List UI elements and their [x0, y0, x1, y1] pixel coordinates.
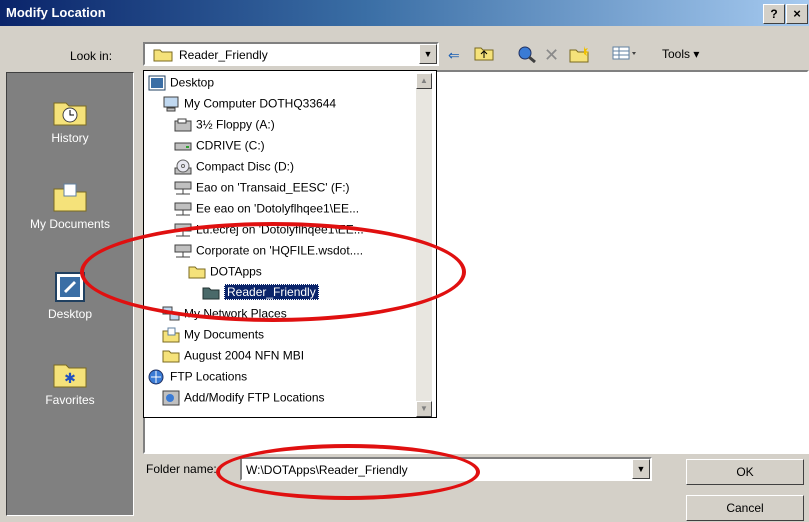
place-label: Favorites: [45, 393, 95, 407]
annotation-ellipse: [80, 222, 466, 322]
folder-name-label: Folder name:: [146, 462, 217, 476]
ftp-add-icon: [162, 390, 180, 406]
search-web-icon[interactable]: [517, 45, 537, 65]
help-button[interactable]: ?: [763, 4, 785, 24]
close-button[interactable]: ×: [786, 4, 808, 24]
cancel-button[interactable]: Cancel: [686, 495, 804, 521]
dropdown-item-network-f[interactable]: Eao on 'Transaid_EESC' (F:): [174, 177, 350, 198]
tools-menu[interactable]: Tools ▾: [662, 47, 699, 61]
dropdown-item-august-2004[interactable]: August 2004 NFN MBI: [162, 345, 304, 366]
place-label: History: [51, 131, 89, 145]
look-in-combo[interactable]: Reader_Friendly ▼: [143, 42, 439, 66]
network-drive-icon: [174, 202, 192, 216]
place-label: My Documents: [29, 217, 111, 231]
scroll-up-icon[interactable]: ▲: [416, 73, 432, 89]
place-history[interactable]: History: [7, 95, 133, 145]
place-label: Desktop: [47, 307, 93, 321]
back-icon[interactable]: ⇐: [448, 45, 460, 65]
window-title: Modify Location: [6, 5, 106, 20]
my-documents-icon: [162, 327, 180, 343]
desktop-icon: [148, 75, 166, 91]
dropdown-item-ftp-locations[interactable]: FTP Locations: [148, 366, 247, 387]
drive-icon: [174, 142, 192, 151]
dropdown-item-add-ftp[interactable]: Add/Modify FTP Locations: [162, 387, 325, 408]
title-bar: Modify Location ? ×: [0, 0, 809, 26]
ok-button[interactable]: OK: [686, 459, 804, 485]
dropdown-item-my-computer[interactable]: My Computer DOTHQ33644: [162, 93, 336, 114]
annotation-ellipse: [216, 444, 480, 500]
up-folder-icon[interactable]: [474, 45, 494, 65]
look-in-value: Reader_Friendly: [179, 48, 268, 62]
dropdown-item-my-documents[interactable]: My Documents: [162, 324, 264, 345]
history-icon: [52, 95, 88, 127]
look-in-label: Look in:: [70, 49, 113, 63]
cd-icon: [174, 159, 192, 175]
delete-icon[interactable]: ✕: [544, 45, 559, 65]
chevron-down-icon[interactable]: ▼: [419, 44, 437, 64]
network-drive-icon: [174, 181, 192, 195]
new-folder-icon[interactable]: [569, 45, 591, 65]
computer-icon: [163, 96, 179, 112]
scroll-down-icon[interactable]: ▼: [416, 401, 432, 417]
my-documents-icon: [52, 181, 88, 213]
place-my-documents[interactable]: My Documents: [7, 181, 133, 231]
folder-icon: [162, 350, 180, 363]
dropdown-item-network-ee[interactable]: Ee eao on 'Dotolyflhqee1\EE...: [174, 198, 359, 219]
dropdown-item-cdrive[interactable]: CDRIVE (C:): [174, 135, 265, 156]
dropdown-item-compact-disc[interactable]: Compact Disc (D:): [174, 156, 294, 177]
svg-text:✱: ✱: [64, 371, 76, 387]
dropdown-item-desktop[interactable]: Desktop: [148, 72, 214, 93]
ftp-icon: [148, 369, 164, 385]
dropdown-item-floppy[interactable]: 3½ Floppy (A:): [174, 114, 275, 135]
place-favorites[interactable]: ✱ Favorites: [7, 357, 133, 407]
floppy-icon: [174, 118, 192, 132]
folder-icon: [153, 49, 173, 62]
views-icon[interactable]: [612, 45, 638, 65]
favorites-icon: ✱: [52, 357, 88, 389]
chevron-down-icon[interactable]: ▼: [632, 459, 650, 479]
